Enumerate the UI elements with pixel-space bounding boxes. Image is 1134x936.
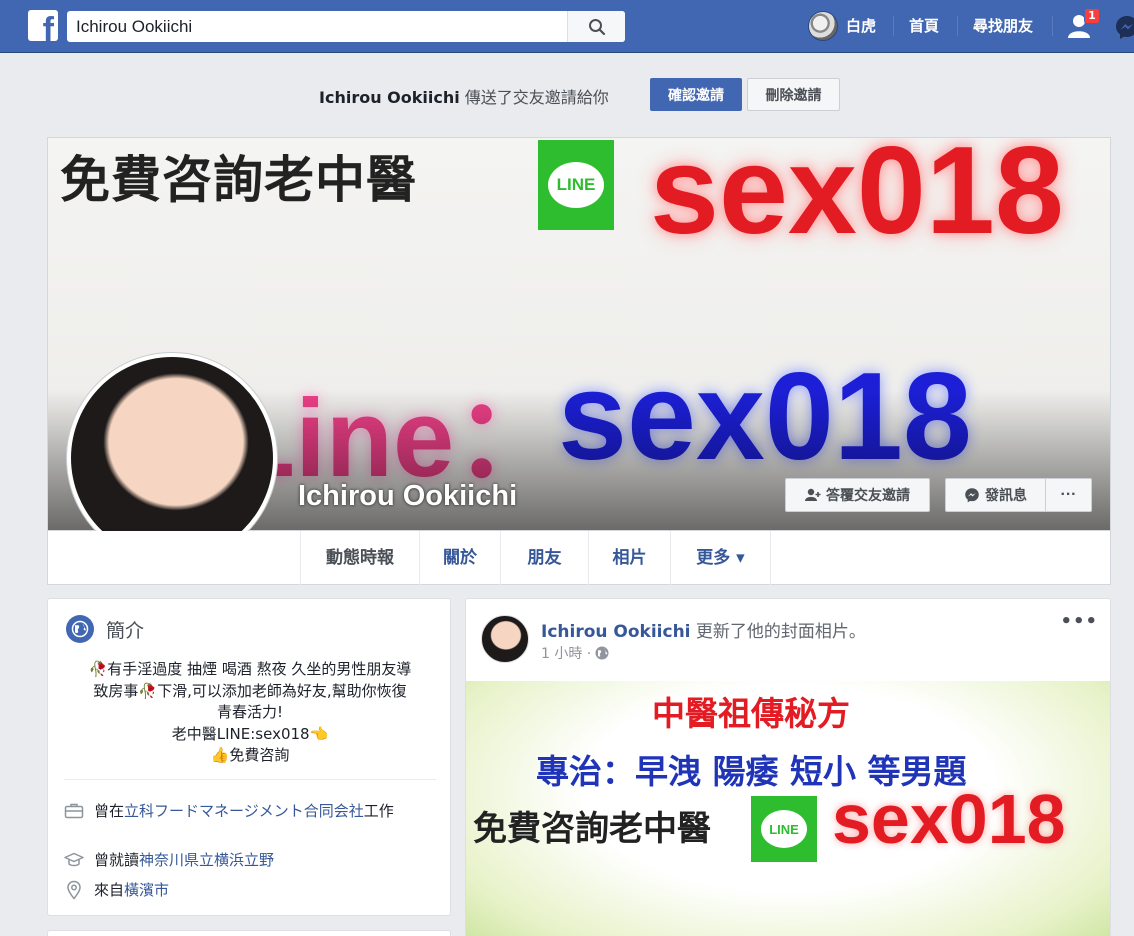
post-action: 更新了他的封面相片。 xyxy=(690,622,866,642)
tab-friends[interactable]: 朋友 xyxy=(501,531,589,585)
send-message-button[interactable]: 發訊息 xyxy=(945,478,1046,512)
nav-divider xyxy=(893,16,894,36)
tab-about[interactable]: 關於 xyxy=(420,531,501,585)
globe-icon xyxy=(595,646,609,660)
delete-request-button[interactable]: 刪除邀請 xyxy=(747,78,840,111)
request-sender[interactable]: Ichirou Ookiichi xyxy=(319,88,460,107)
messenger-icon[interactable] xyxy=(1114,14,1134,40)
school-prefix: 曾就讀 xyxy=(94,851,140,869)
location-pin-icon xyxy=(67,880,81,900)
school-link[interactable]: 神奈川県立横浜立野 xyxy=(139,851,274,869)
profile-name[interactable]: Ichirou Ookiichi xyxy=(298,480,517,513)
line-logo-label: LINE xyxy=(548,162,604,208)
briefcase-icon xyxy=(64,803,84,819)
more-options-button[interactable]: ··· xyxy=(1045,478,1092,512)
work-suffix: 工作 xyxy=(363,802,394,820)
nav-user-profile[interactable] xyxy=(808,11,838,41)
messenger-icon xyxy=(965,488,979,503)
facebook-logo-icon[interactable]: f xyxy=(28,10,58,41)
line-logo-icon: LINE xyxy=(538,140,614,230)
tab-timeline[interactable]: 動態時報 xyxy=(300,531,420,585)
logo-letter: f xyxy=(42,11,54,41)
tab-more[interactable]: 更多 ▾ xyxy=(671,531,771,585)
from-prefix: 來自 xyxy=(94,881,125,899)
search-box xyxy=(67,11,625,42)
line-logo-icon: LINE xyxy=(751,796,817,862)
line-logo-label: LINE xyxy=(761,810,807,848)
respond-friend-request-button[interactable]: 答覆交友邀請 xyxy=(785,478,930,512)
notification-badge: 1 xyxy=(1084,8,1100,24)
intro-title: 簡介 xyxy=(106,619,145,642)
hometown-link[interactable]: 橫濱市 xyxy=(124,881,169,899)
bio-line: 老中醫LINE:sex018👈 xyxy=(171,724,329,743)
bio-line: 致房事🥀下滑,可以添加老師為好友,幫助你恢復 xyxy=(93,681,407,700)
info-education: 曾就讀神奈川県立横浜立野 xyxy=(64,850,436,870)
info-hometown: 來自橫濱市 xyxy=(64,880,436,900)
profile-photo xyxy=(71,357,273,559)
search-input[interactable] xyxy=(67,11,567,42)
avatar xyxy=(808,11,838,41)
post-options-button[interactable]: ••• xyxy=(1060,611,1098,632)
post-header: Ichirou Ookiichi 更新了他的封面相片。 xyxy=(541,617,866,642)
graduation-cap-icon xyxy=(64,852,84,867)
tab-photos[interactable]: 相片 xyxy=(589,531,671,585)
top-navigation-bar: f 白虎 首頁 尋找朋友 1 xyxy=(0,0,1134,53)
nav-find-friends-link[interactable]: 尋找朋友 xyxy=(973,15,1033,36)
image-id-text: sex018 xyxy=(832,780,1066,858)
post-author-avatar[interactable] xyxy=(481,615,529,663)
friend-request-notice: Ichirou Ookiichi 傳送了交友邀請給你 xyxy=(319,84,609,108)
search-icon xyxy=(588,18,605,35)
globe-icon xyxy=(66,615,94,643)
respond-label: 答覆交友邀請 xyxy=(826,487,910,503)
bio-line: 青春活力! xyxy=(216,703,283,721)
message-label: 發訊息 xyxy=(985,487,1027,503)
bio-line: 🥀有手淫過度 抽煙 喝酒 熬夜 久坐的男性朋友導 xyxy=(88,660,412,678)
next-card xyxy=(47,930,451,936)
work-place-link[interactable]: 立科フードマネージメント合同会社 xyxy=(124,802,364,820)
post-timestamp[interactable]: 1 小時 · xyxy=(541,643,609,663)
nav-divider xyxy=(957,16,958,36)
request-message: 傳送了交友邀請給你 xyxy=(459,88,609,107)
nav-user-name[interactable]: 白虎 xyxy=(846,15,876,36)
image-text-line3: 免費咨詢老中醫 xyxy=(473,809,711,849)
profile-tab-bar: 動態時報 關於 朋友 相片 更多 ▾ xyxy=(47,531,1111,585)
nav-home-link[interactable]: 首頁 xyxy=(909,15,939,36)
divider xyxy=(64,779,436,780)
add-friend-icon xyxy=(805,488,821,501)
info-work: 曾在立科フードマネージメント合同会社工作 xyxy=(64,801,436,841)
post-cover-image[interactable]: 中醫祖傳秘方 專治：早洩 陽痿 短小 等男題 免費咨詢老中醫 LINE sex0… xyxy=(466,681,1110,936)
post-time-text: 1 小時 · xyxy=(541,646,592,662)
work-prefix: 曾在 xyxy=(94,802,125,820)
bio-line: 👍免費咨詢 xyxy=(210,746,290,764)
intro-bio: 🥀有手淫過度 抽煙 喝酒 熬夜 久坐的男性朋友導 致房事🥀下滑,可以添加老師為好… xyxy=(64,659,436,767)
intro-header: 簡介 xyxy=(66,615,144,643)
image-text-line1: 中醫祖傳秘方 xyxy=(652,694,850,733)
confirm-request-button[interactable]: 確認邀請 xyxy=(650,78,742,111)
cover-red-id-text: sex018 xyxy=(650,137,1064,260)
search-button[interactable] xyxy=(567,11,625,42)
post-card: Ichirou Ookiichi 更新了他的封面相片。 1 小時 · ••• 中… xyxy=(465,598,1111,936)
intro-card: 簡介 🥀有手淫過度 抽煙 喝酒 熬夜 久坐的男性朋友導 致房事🥀下滑,可以添加老… xyxy=(47,598,451,916)
cover-text-line1: 免費咨詢老中醫 xyxy=(60,150,417,209)
post-author-link[interactable]: Ichirou Ookiichi xyxy=(541,622,691,642)
nav-divider xyxy=(1052,16,1053,36)
